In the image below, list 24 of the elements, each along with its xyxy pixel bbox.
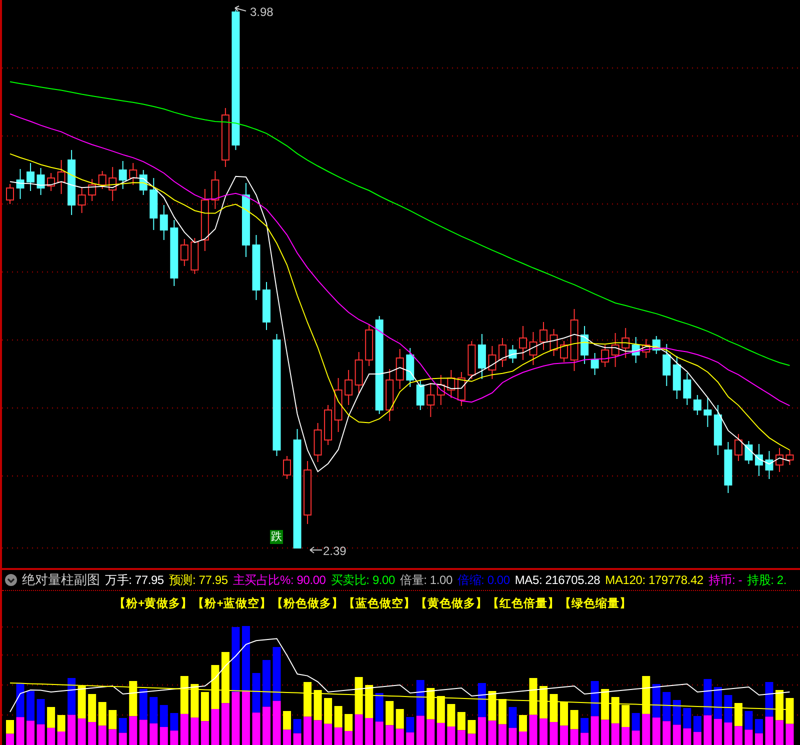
legend-label: 【黄色做多】 xyxy=(415,596,488,610)
indicator-readout: 主买占比%: 90.00 xyxy=(232,572,326,588)
signal-badge: 跌 xyxy=(270,530,283,544)
arrow-icon xyxy=(310,546,322,554)
legend-label: 【红色倍量】 xyxy=(487,596,560,610)
indicator-readout: MA120: 179778.42 xyxy=(605,573,704,587)
price-label: 3.98 xyxy=(250,5,274,19)
collapse-icon[interactable] xyxy=(5,574,17,586)
arrow-icon xyxy=(234,6,246,12)
indicator-readout: 倍量: 1.00 xyxy=(400,572,452,588)
indicator-title: 绝对量柱副图 xyxy=(22,571,100,589)
indicator-readout: 持币: - xyxy=(708,572,742,588)
indicator-readout: 持股: 2. xyxy=(747,572,787,588)
indicator-readout: 买卖比: 9.00 xyxy=(330,572,396,588)
legend-label: 【粉+黄做多】 xyxy=(114,596,193,610)
indicator-readout: 倍缩: 0.00 xyxy=(457,572,510,588)
legend-label: 【蓝色做空】 xyxy=(343,596,416,610)
legend-label: 【粉+蓝做空】 xyxy=(192,596,272,610)
price-label: 2.39 xyxy=(323,544,346,558)
legend-label: 【绿色缩量】 xyxy=(559,596,632,610)
indicator-readout: 预测: 77.95 xyxy=(168,572,228,588)
indicator-readout: 万手: 77.95 xyxy=(105,572,164,588)
legend-label: 【粉色做多】 xyxy=(271,596,344,610)
indicator-readout: MA5: 216705.28 xyxy=(514,573,600,587)
